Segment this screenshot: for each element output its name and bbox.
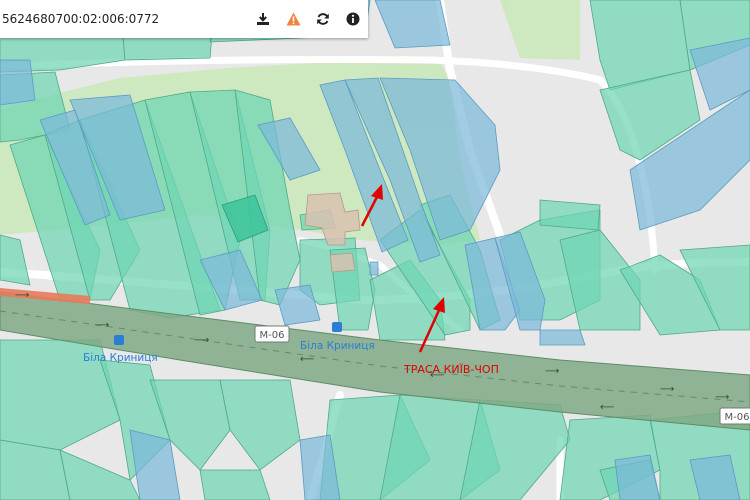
svg-text:⟶: ⟶ (715, 392, 729, 403)
place-label-left: Біла Криниця (83, 352, 158, 364)
refresh-icon (317, 13, 329, 25)
place-label-right: Біла Криниця (300, 340, 375, 352)
svg-text:⟶: ⟶ (95, 320, 109, 331)
bus-stop-icon (332, 322, 342, 332)
download-button[interactable] (248, 0, 278, 38)
road-shield-m06-left: M-06 (254, 325, 290, 343)
bus-stop-icon (114, 335, 124, 345)
svg-text:M-06: M-06 (260, 330, 285, 341)
warning-button[interactable] (278, 0, 308, 38)
svg-text:⟶: ⟶ (660, 384, 674, 395)
refresh-button[interactable] (308, 0, 338, 38)
svg-text:⟶: ⟶ (15, 290, 29, 301)
road-shield-m06-right: M-06 (719, 407, 750, 425)
warning-icon (286, 12, 300, 26)
highway-annotation: ТРАСА КИЇВ-ЧОП (403, 363, 499, 376)
download-icon (257, 13, 269, 25)
cadastral-number-field[interactable] (0, 0, 248, 38)
cadastral-search-bar (0, 0, 368, 38)
info-button[interactable] (338, 0, 368, 38)
svg-text:⟶: ⟶ (545, 366, 559, 377)
info-icon (346, 12, 360, 26)
svg-text:⟵: ⟵ (300, 354, 314, 365)
cadastral-map[interactable]: ⟶ ⟶ ⟶ ⟶ ⟶ ⟶ ⟵ ⟵ ⟵ M-06 M-06 Біла Криниця… (0, 0, 750, 500)
svg-text:M-06: M-06 (725, 412, 750, 423)
svg-text:⟶: ⟶ (195, 335, 209, 346)
svg-text:⟵: ⟵ (600, 402, 614, 413)
